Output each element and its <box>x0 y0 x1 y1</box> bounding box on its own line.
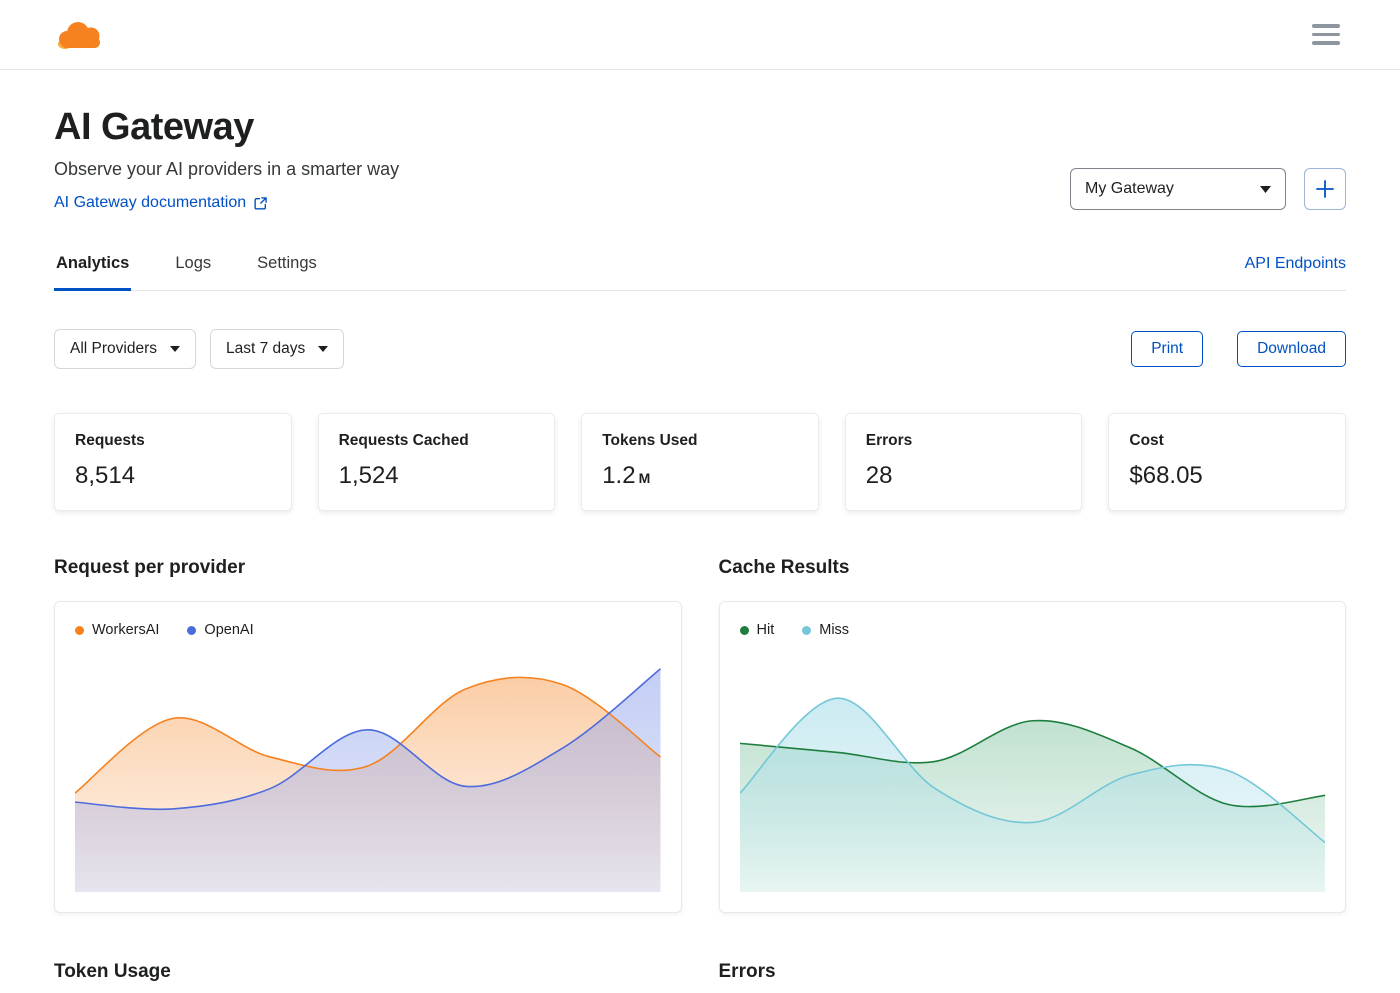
hamburger-bar <box>1312 32 1340 37</box>
tab-logs[interactable]: Logs <box>173 254 213 291</box>
stat-label: Tokens Used <box>602 432 698 449</box>
legend-item-miss[interactable]: Miss <box>802 622 849 638</box>
top-nav-bar <box>0 0 1400 70</box>
tab-settings[interactable]: Settings <box>255 254 319 291</box>
chart-legend: Hit Miss <box>739 622 1326 638</box>
stat-card-errors: Errors 28 <box>844 413 1083 511</box>
main-content: AI Gateway Observe your AI providers in … <box>0 106 1400 993</box>
hamburger-menu-icon[interactable] <box>1312 24 1340 45</box>
legend-dot <box>75 625 84 635</box>
section-title: Cache Results <box>718 557 850 578</box>
gateway-controls: My Gateway <box>1070 168 1346 212</box>
hamburger-bar <box>1312 24 1340 28</box>
chevron-down-icon <box>170 346 180 352</box>
stat-value: 1,524 <box>338 462 399 489</box>
cloudflare-cloud-icon <box>58 21 100 49</box>
tab-analytics[interactable]: Analytics <box>54 254 132 291</box>
request-per-provider-card: WorkersAI OpenAI <box>54 601 682 913</box>
stat-label: Requests Cached <box>338 432 469 449</box>
cloudflare-logo[interactable] <box>56 17 108 53</box>
stat-value: $68.05 <box>1129 462 1203 489</box>
request-per-provider-chart <box>75 652 661 892</box>
stat-value: 8,514 <box>75 462 136 489</box>
token-usage-title: Token Usage <box>54 961 171 982</box>
stat-label: Errors <box>865 432 913 449</box>
cache-results-card: Hit Miss <box>718 601 1346 913</box>
page-header: AI Gateway Observe your AI providers in … <box>54 106 1346 212</box>
legend-label: Hit <box>756 622 775 638</box>
request-per-provider-section: Request per provider WorkersAI OpenAI <box>54 557 682 913</box>
stat-value: 1.2 M <box>602 462 651 489</box>
errors-title: Errors <box>718 961 776 982</box>
stat-card-requests: Requests 8,514 <box>54 413 292 511</box>
stat-cards-row: Requests 8,514 Requests Cached 1,524 Tok… <box>54 413 1346 511</box>
stat-card-requests-cached: Requests Cached 1,524 <box>317 413 556 511</box>
legend-label: OpenAI <box>204 622 254 638</box>
add-gateway-button[interactable] <box>1304 168 1346 210</box>
plus-icon <box>1316 180 1334 198</box>
date-range-value: Last 7 days <box>226 340 306 357</box>
date-range-dropdown[interactable]: Last 7 days <box>210 329 345 369</box>
cache-results-section: Cache Results Hit Miss <box>718 557 1346 913</box>
legend-dot <box>739 625 749 635</box>
stat-label: Cost <box>1129 432 1164 449</box>
download-button[interactable]: Download <box>1237 331 1346 367</box>
legend-item-openai[interactable]: OpenAI <box>187 622 254 638</box>
cache-results-chart <box>739 652 1325 892</box>
documentation-link-label: AI Gateway documentation <box>54 194 247 211</box>
page-subtitle: Observe your AI providers in a smarter w… <box>54 159 400 179</box>
bottom-sections: Token Usage Errors <box>54 961 1346 993</box>
print-button[interactable]: Print <box>1131 331 1204 367</box>
charts-grid: Request per provider WorkersAI OpenAI Ca… <box>54 557 1346 913</box>
filter-bar: All Providers Last 7 days Print Download <box>54 329 1346 369</box>
legend-item-hit[interactable]: Hit <box>739 622 775 638</box>
stat-value: 28 <box>865 462 893 489</box>
gateway-select[interactable]: My Gateway <box>1070 168 1286 210</box>
legend-dot <box>187 625 197 635</box>
chevron-down-icon <box>1260 185 1271 193</box>
legend-label: Miss <box>819 622 850 638</box>
stat-label: Requests <box>75 432 145 449</box>
documentation-link[interactable]: AI Gateway documentation <box>54 194 268 212</box>
legend-item-workersai[interactable]: WorkersAI <box>75 622 159 638</box>
provider-filter-value: All Providers <box>70 340 157 357</box>
legend-label: WorkersAI <box>92 622 160 638</box>
legend-dot <box>802 625 812 635</box>
gateway-select-value: My Gateway <box>1085 180 1174 197</box>
stat-card-cost: Cost $68.05 <box>1108 413 1346 511</box>
section-title: Request per provider <box>54 557 246 578</box>
stat-card-tokens-used: Tokens Used 1.2 M <box>581 413 819 511</box>
page-header-left: AI Gateway Observe your AI providers in … <box>54 106 399 212</box>
hamburger-bar <box>1312 41 1340 45</box>
external-link-icon <box>254 196 267 210</box>
provider-filter-dropdown[interactable]: All Providers <box>54 329 196 369</box>
api-endpoints-link[interactable]: API Endpoints <box>1245 255 1346 290</box>
tab-bar: Analytics Logs Settings API Endpoints <box>54 254 1346 291</box>
page-title: AI Gateway <box>54 106 254 148</box>
chevron-down-icon <box>318 346 329 352</box>
chart-legend: WorkersAI OpenAI <box>75 622 661 638</box>
